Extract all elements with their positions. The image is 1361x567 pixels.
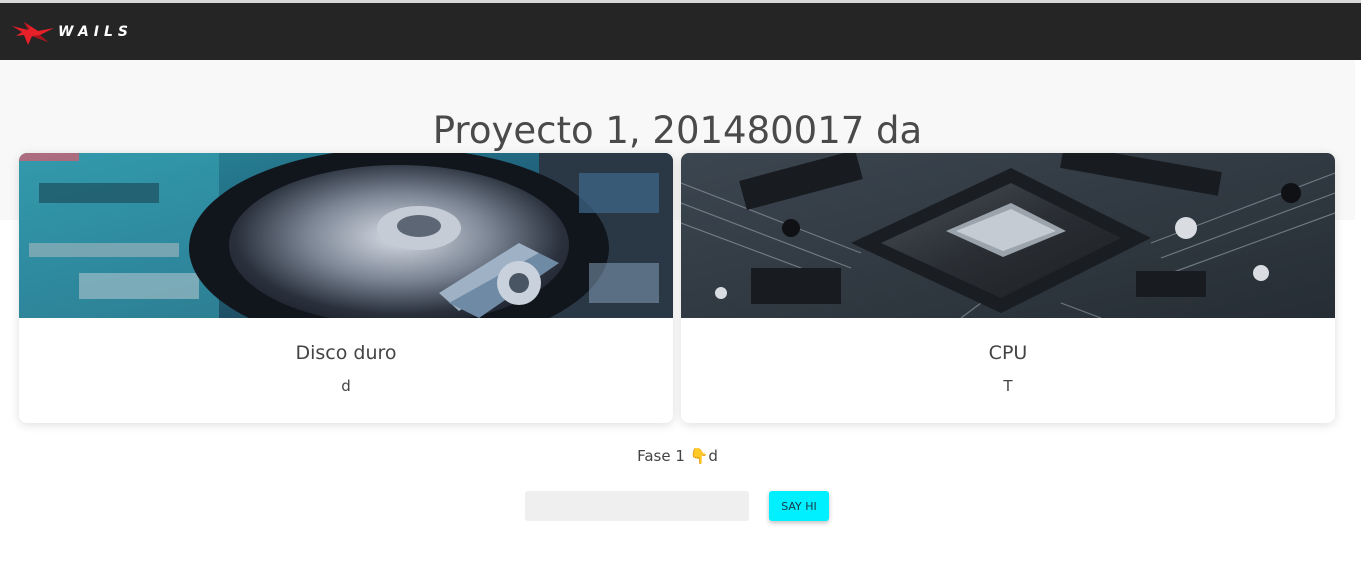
- hard-drive-image: [19, 153, 673, 318]
- card-title: Disco duro: [295, 342, 397, 364]
- wails-logo-icon: [12, 21, 54, 45]
- wails-logo[interactable]: WAILS: [10, 18, 133, 46]
- status-value: d: [708, 447, 718, 465]
- cpu-image: [681, 153, 1335, 318]
- card-text: T: [1003, 377, 1013, 395]
- card-title: CPU: [988, 342, 1028, 364]
- navbar: WAILS: [0, 3, 1361, 60]
- page-title: Proyecto 1, 201480017 da: [432, 109, 923, 152]
- page-right-edge: [1355, 60, 1361, 567]
- status-prefix: Fase 1: [637, 447, 690, 465]
- say-hi-button[interactable]: SAY HI: [769, 491, 829, 521]
- status-line: Fase 1 👇d: [0, 447, 1355, 465]
- card-disco-duro[interactable]: Disco duro d: [19, 153, 673, 423]
- card-text: d: [341, 377, 351, 395]
- card-cpu[interactable]: CPU T: [681, 153, 1335, 423]
- name-input[interactable]: [525, 491, 749, 521]
- pointing-down-icon: 👇: [689, 447, 709, 465]
- logo-text: WAILS: [58, 23, 133, 40]
